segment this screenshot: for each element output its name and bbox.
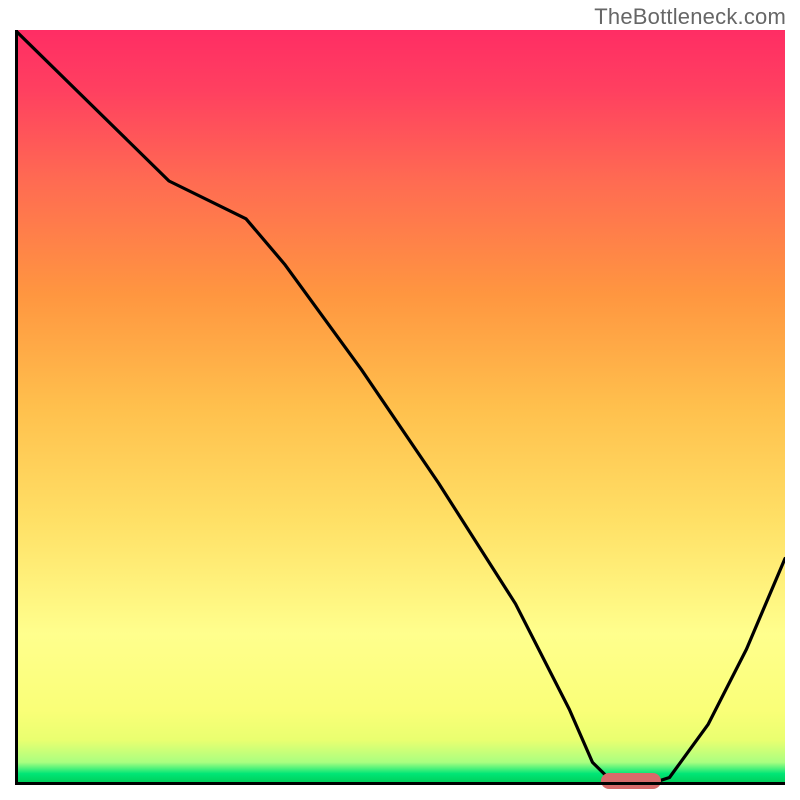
gradient-background xyxy=(15,30,785,785)
bottleneck-chart: TheBottleneck.com xyxy=(0,0,800,800)
watermark-text: TheBottleneck.com xyxy=(594,4,786,30)
optimal-marker xyxy=(601,773,661,789)
